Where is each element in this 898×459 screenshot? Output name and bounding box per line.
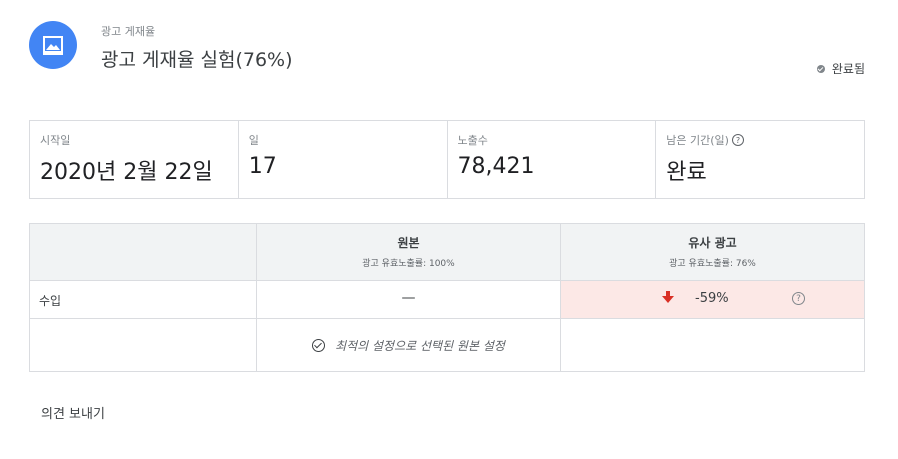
selected-note: 최적의 설정으로 선택된 원본 설정	[335, 338, 505, 353]
column-title: 원본	[397, 236, 420, 250]
stat-value: 17	[248, 154, 277, 179]
column-subtitle: 광고 유효노출률: 76%	[669, 259, 756, 269]
stat-value: 2020년 2월 22일	[40, 160, 213, 185]
header-subtitle: 광고 게재율	[101, 25, 156, 38]
stat-days: 일 17	[239, 121, 448, 198]
page-title: 광고 게재율 실험(76%)	[101, 49, 293, 71]
column-subtitle: 광고 유효노출률: 100%	[362, 259, 455, 269]
arrow-down-icon	[662, 291, 674, 303]
header-empty-cell	[30, 224, 257, 280]
variant-note-cell	[561, 319, 864, 371]
stats-panel: 시작일 2020년 2월 22일 일 17 노출수 78,421 남은 기간(일…	[29, 120, 865, 199]
experiment-page: 광고 게재율 광고 게재율 실험(76%) 완료됨 시작일 2020년 2월 2…	[0, 0, 898, 459]
stat-value: 78,421	[457, 154, 535, 179]
help-icon[interactable]: ?	[792, 292, 805, 305]
table-header-row: 원본 광고 유효노출률: 100% 유사 광고 광고 유효노출률: 76%	[30, 224, 864, 281]
send-feedback-link[interactable]: 의견 보내기	[41, 403, 105, 422]
footer-empty-cell	[30, 319, 257, 371]
column-variant: 유사 광고 광고 유효노출률: 76%	[561, 224, 864, 280]
original-note-cell: 최적의 설정으로 선택된 원본 설정	[257, 319, 561, 371]
stat-label: 남은 기간(일)	[666, 134, 729, 147]
column-original: 원본 광고 유효노출률: 100%	[257, 224, 561, 280]
stat-impressions: 노출수 78,421	[448, 121, 657, 198]
stat-label-row: 남은 기간(일) ?	[666, 132, 854, 148]
status-badge: 완료됨	[816, 60, 865, 77]
variant-value-cell: -59% ?	[561, 281, 864, 318]
check-circle-icon	[816, 64, 825, 73]
table-row: 수입 — -59% ?	[30, 281, 864, 319]
results-table: 원본 광고 유효노출률: 100% 유사 광고 광고 유효노출률: 76% 수입…	[29, 223, 865, 372]
status-label: 완료됨	[831, 62, 865, 76]
check-circle-icon	[312, 338, 326, 352]
stat-label: 노출수	[457, 134, 488, 147]
column-title: 유사 광고	[688, 236, 737, 250]
stat-value: 완료	[666, 160, 707, 185]
help-icon[interactable]: ?	[731, 134, 744, 146]
metric-label: 수입	[30, 281, 257, 318]
variant-value: -59%	[695, 291, 729, 306]
stat-label: 시작일	[40, 134, 71, 147]
table-row: 최적의 설정으로 선택된 원본 설정	[30, 319, 864, 371]
original-value: —	[257, 281, 561, 318]
stat-label: 일	[248, 134, 259, 147]
stat-remaining: 남은 기간(일) ? 완료	[656, 121, 864, 198]
stat-start-date: 시작일 2020년 2월 22일	[30, 121, 239, 198]
image-icon	[29, 21, 77, 69]
